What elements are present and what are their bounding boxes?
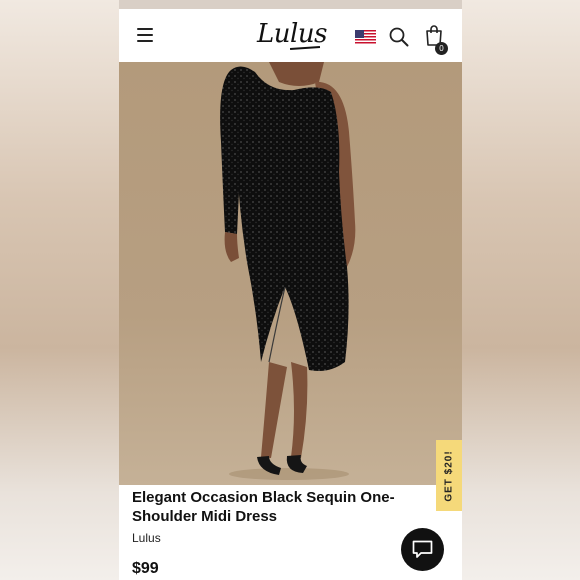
background-blur-right xyxy=(462,0,580,580)
product-photo-illustration xyxy=(119,62,462,485)
product-brand[interactable]: Lulus xyxy=(132,531,161,545)
mobile-page: Lulus 0 GET $20! Elegant Occasion Black … xyxy=(119,0,462,580)
site-header: Lulus 0 xyxy=(119,9,462,63)
product-image[interactable] xyxy=(119,62,462,485)
product-title: Elegant Occasion Black Sequin One-Should… xyxy=(132,489,395,525)
cart-count-badge: 0 xyxy=(435,42,448,55)
chat-button[interactable] xyxy=(401,528,444,571)
background-blur-left xyxy=(0,0,119,580)
promo-label: GET $20! xyxy=(443,449,455,502)
search-icon[interactable] xyxy=(389,27,409,47)
brand-logo[interactable]: Lulus xyxy=(257,19,327,49)
product-price: $99 xyxy=(132,560,159,577)
us-flag-icon[interactable] xyxy=(355,30,376,45)
top-strip xyxy=(119,0,462,9)
menu-icon[interactable] xyxy=(137,28,153,42)
promo-tab[interactable]: GET $20! xyxy=(436,440,462,511)
chat-icon xyxy=(412,540,433,558)
